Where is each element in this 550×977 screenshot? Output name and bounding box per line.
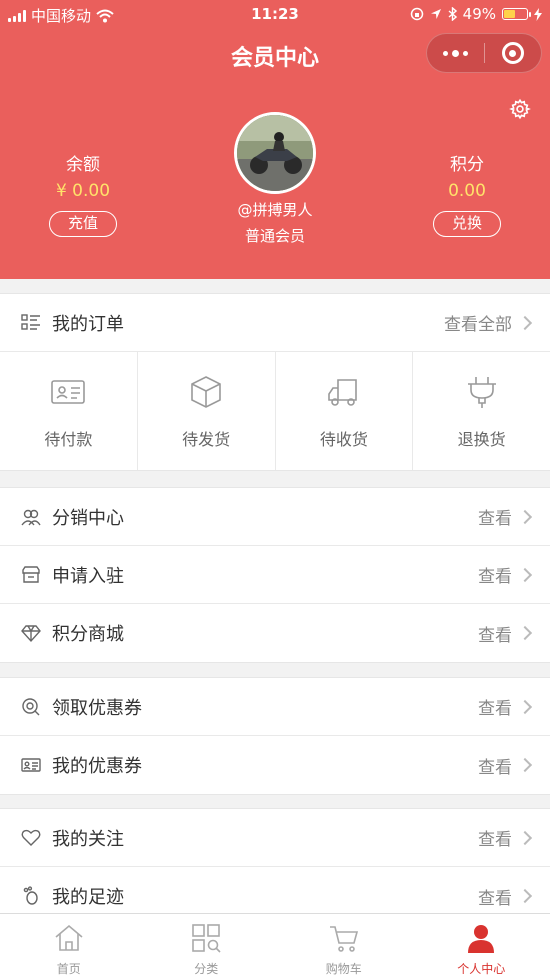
my-follows-label: 我的关注 [52,828,124,850]
footprint-icon [20,885,42,907]
get-coupons-row[interactable]: 领取优惠券 查看 [0,678,550,736]
tab-profile[interactable]: 个人中心 [413,914,550,977]
redeem-button[interactable]: 兑换 [433,211,501,237]
chevron-right-icon [517,625,533,641]
view-link[interactable]: 查看 [478,753,512,778]
menu-group-1: 分销中心 查看 申请入驻 查看 积分商城 查看 [0,487,550,663]
orders-card: 我的订单 查看全部 待付款 待发货 待收货 退换货 [0,293,550,471]
status-bar: 中国移动 11:23 49% [0,0,550,28]
menu-group-2: 领取优惠券 查看 我的优惠券 查看 [0,677,550,795]
get-coupons-label: 领取优惠券 [52,697,142,719]
miniprogram-capsule [426,33,542,73]
order-status-grid: 待付款 待发货 待收货 退换货 [0,352,550,470]
list-icon [20,312,42,334]
category-icon [192,924,221,953]
balance-block: 余额 ¥ 0.00 充值 [13,150,153,237]
cart-icon [329,926,358,952]
bottom-tab-bar: 首页 分类 购物车 个人中心 [0,913,550,977]
chevron-right-icon [517,888,533,904]
tab-home[interactable]: 首页 [0,914,138,977]
apply-join-label: 申请入驻 [52,565,124,587]
order-pending-shipment-label: 待发货 [182,430,231,449]
my-footprints-label: 我的足迹 [52,887,124,908]
more-menu-button[interactable] [427,33,484,73]
location-icon [430,9,441,19]
tab-category-label: 分类 [194,962,219,976]
chevron-right-icon [517,567,533,582]
motorcycle-photo [237,115,313,191]
balance-label: 余额 [66,155,100,175]
store-icon [20,564,42,586]
points-block: 积分 0.00 兑换 [397,150,537,237]
view-link[interactable]: 查看 [478,562,512,587]
chevron-right-icon [517,315,533,330]
tab-cart-label: 购物车 [325,962,362,976]
home-icon [55,924,83,951]
charging-icon [534,7,542,21]
points-label: 积分 [450,155,484,175]
box-icon [191,376,221,408]
coupon-icon [20,754,42,776]
tab-profile-label: 个人中心 [457,962,506,976]
gear-icon[interactable] [509,98,531,120]
status-right: 49% [410,5,542,23]
order-returns-label: 退换货 [457,430,506,449]
rotation-lock-icon [410,7,423,21]
my-follows-row[interactable]: 我的关注 查看 [0,809,550,867]
points-mall-row[interactable]: 积分商城 查看 [0,604,550,662]
order-pending-receipt[interactable]: 待收货 [276,352,414,470]
apply-join-row[interactable]: 申请入驻 查看 [0,546,550,604]
view-link[interactable]: 查看 [478,694,512,719]
menu-group-3: 我的关注 查看 我的足迹 查看 [0,808,550,926]
order-returns[interactable]: 退换货 [413,352,550,470]
chevron-right-icon [517,509,533,524]
points-value: 0.00 [448,181,486,201]
view-all-link[interactable]: 查看全部 [444,310,512,335]
distribution-center-row[interactable]: 分销中心 查看 [0,488,550,546]
view-link[interactable]: 查看 [478,825,512,850]
battery-icon [502,8,531,20]
bluetooth-icon [448,7,457,21]
balance-value: ¥ 0.00 [55,181,111,201]
diamond-icon [20,622,42,644]
target-icon [501,42,524,64]
view-link[interactable]: 查看 [478,621,512,646]
heart-icon [20,827,42,849]
order-pending-payment[interactable]: 待付款 [0,352,138,470]
card-icon [51,380,86,404]
distribution-center-label: 分销中心 [52,507,124,529]
person-icon [468,925,495,953]
chevron-right-icon [517,830,533,845]
member-header: 中国移动 11:23 49% 会员中心 余额 ¥ 0.00 充值 @拼搏男人 普… [0,0,550,279]
points-mall-label: 积分商城 [52,624,124,645]
order-pending-payment-label: 待付款 [44,430,93,449]
view-link[interactable]: 查看 [478,884,512,909]
truck-icon [328,379,357,406]
users-icon [20,506,42,528]
my-coupons-label: 我的优惠券 [52,756,142,777]
tab-home-label: 首页 [56,962,81,976]
plug-icon [467,377,496,408]
avatar[interactable] [234,112,316,194]
my-orders-title: 我的订单 [52,313,124,335]
tab-cart[interactable]: 购物车 [275,914,413,977]
battery-percent: 49% [462,5,496,23]
tab-category[interactable]: 分类 [138,914,276,977]
order-pending-receipt-label: 待收货 [319,430,368,449]
my-orders-row[interactable]: 我的订单 查看全部 [0,294,550,352]
chevron-right-icon [517,699,533,714]
view-link[interactable]: 查看 [478,504,512,529]
order-pending-shipment[interactable]: 待发货 [138,352,276,470]
chevron-right-icon [517,757,533,773]
coupon-search-icon [20,696,42,718]
my-coupons-row[interactable]: 我的优惠券 查看 [0,736,550,794]
close-miniprogram-button[interactable] [485,33,541,73]
